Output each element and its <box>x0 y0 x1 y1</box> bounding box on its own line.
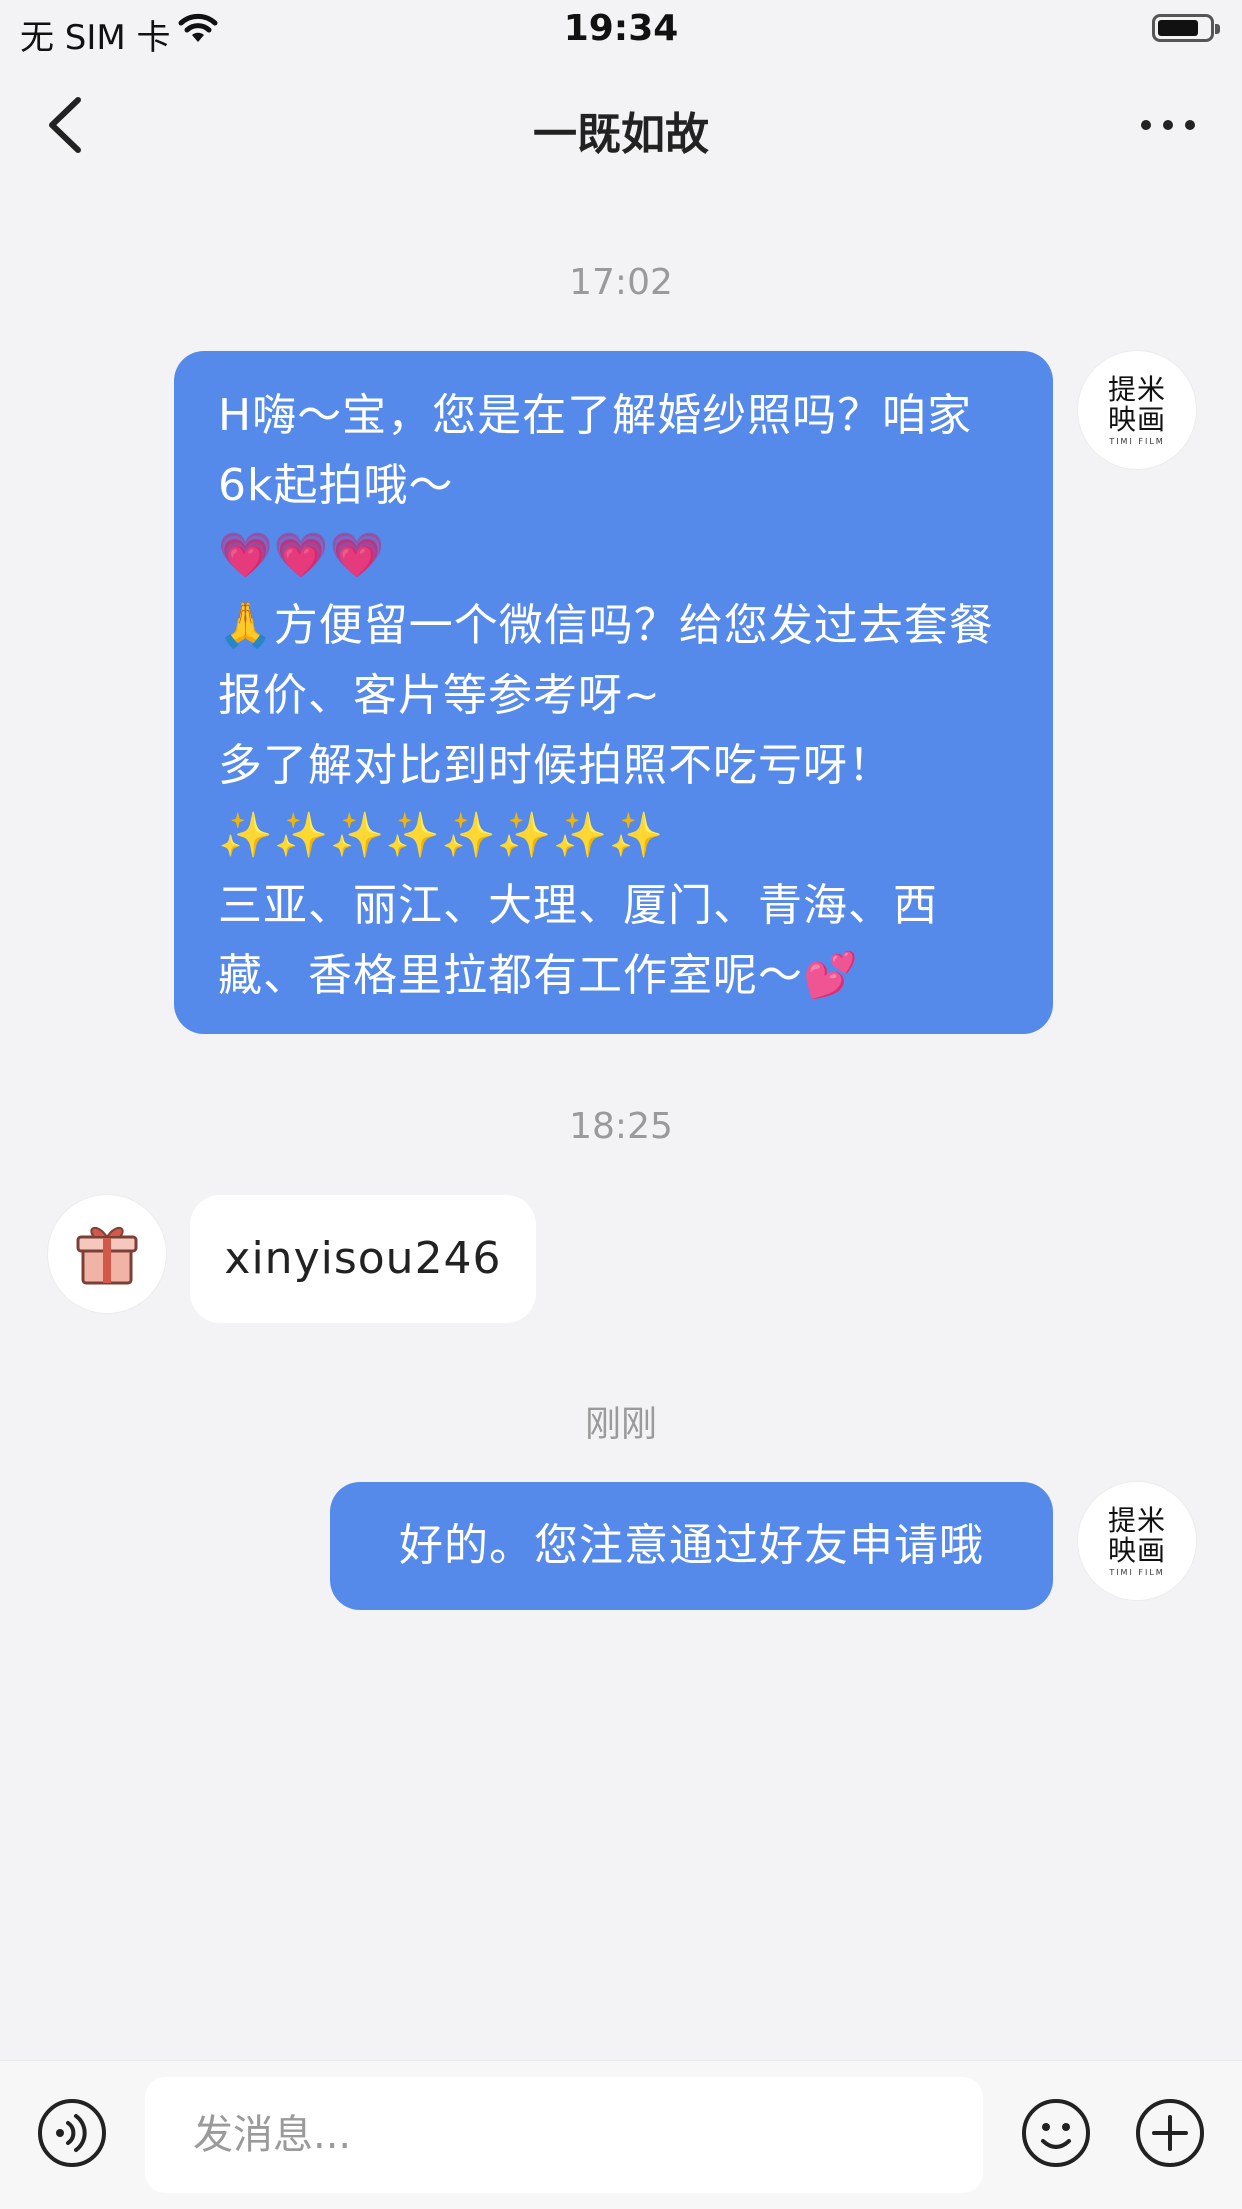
message-text: 好的。您注意通过好友申请哦 <box>399 1520 984 1571</box>
message-input[interactable] <box>145 2077 983 2193</box>
brand-avatar-small: TIMI FILM <box>1109 1567 1165 1577</box>
brand-avatar-line2: 映画 <box>1107 1533 1166 1567</box>
voice-icon[interactable] <box>36 2097 108 2169</box>
message-bubble-outgoing[interactable]: 好的。您注意通过好友申请哦 <box>330 1482 1053 1610</box>
input-bar <box>0 2060 1242 2209</box>
chat-title: 一既如故 <box>533 109 709 160</box>
gift-icon <box>76 1227 138 1285</box>
brand-avatar-line2: 映画 <box>1107 402 1166 436</box>
nav-bar: 一既如故 <box>0 70 1242 180</box>
brand-avatar-small: TIMI FILM <box>1109 436 1165 446</box>
status-time: 19:34 <box>563 8 679 49</box>
message-bubble-outgoing[interactable]: H嗨～宝，您是在了解婚纱照吗？咱家6k起拍哦～ 💗💗💗 🙏方便留一个微信吗？给您… <box>174 351 1053 1034</box>
brand-avatar-line1: 提米 <box>1107 1503 1166 1537</box>
timestamp: 17:02 <box>569 262 673 303</box>
plus-icon[interactable] <box>1134 2097 1206 2169</box>
timestamp: 18:25 <box>569 1106 673 1147</box>
status-bar: 无 SIM 卡 19:34 <box>0 0 1242 62</box>
brand-avatar-line1: 提米 <box>1107 372 1166 406</box>
timestamp: 刚刚 <box>584 1404 657 1445</box>
emoji-icon[interactable] <box>1020 2097 1092 2169</box>
brand-avatar[interactable]: 提米 映画 TIMI FILM <box>1078 1482 1196 1600</box>
message-bubble-incoming[interactable]: xinyisou246 <box>190 1195 536 1323</box>
message-text: H嗨～宝，您是在了解婚纱照吗？咱家6k起拍哦～ 💗💗💗 🙏方便留一个微信吗？给您… <box>218 390 994 1001</box>
message-text: xinyisou246 <box>224 1233 502 1284</box>
battery-icon <box>1152 14 1220 42</box>
gift-avatar[interactable] <box>48 1195 166 1313</box>
more-ellipsis-icon[interactable] <box>1128 100 1208 150</box>
brand-avatar[interactable]: 提米 映画 TIMI FILM <box>1078 351 1196 469</box>
